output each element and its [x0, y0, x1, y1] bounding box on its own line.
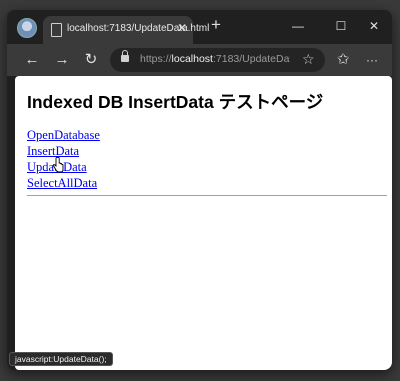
url-scheme: https:// [140, 53, 172, 65]
minimize-button[interactable]: — [289, 17, 307, 35]
url-rest: :7183/UpdateDat... [212, 53, 290, 65]
forward-button[interactable]: → [52, 50, 72, 70]
profile-avatar-icon[interactable] [17, 18, 37, 38]
open-database-link[interactable]: OpenDatabase [27, 127, 100, 143]
status-bar: javascript:UpdateData(); [9, 352, 113, 366]
hand-pointer-icon [52, 157, 64, 173]
page-icon [51, 23, 62, 37]
maximize-button[interactable]: ☐ [332, 17, 350, 35]
reload-button[interactable]: ↻ [81, 50, 101, 70]
address-bar[interactable]: https://localhost:7183/UpdateDat... ☆ [110, 48, 325, 72]
tab-close-icon[interactable]: ✕ [176, 21, 188, 35]
url-host: localhost [171, 53, 213, 65]
favorites-icon[interactable]: ✩ [333, 50, 353, 70]
page-viewport: Indexed DB InsertData テストページ OpenDatabas… [15, 76, 392, 370]
back-button[interactable]: ← [22, 50, 42, 70]
url-text[interactable]: https://localhost:7183/UpdateDat... [140, 53, 290, 65]
browser-tab[interactable]: localhost:7183/UpdateData.html ✕ [43, 16, 209, 44]
star-icon[interactable]: ☆ [302, 51, 315, 68]
close-window-button[interactable]: ✕ [365, 17, 383, 35]
horizontal-rule [27, 195, 387, 196]
select-all-data-link[interactable]: SelectAllData [27, 175, 100, 191]
more-menu-icon[interactable]: ··· [362, 50, 382, 70]
browser-window: localhost:7183/UpdateData.html ✕ + — ☐ ✕… [7, 10, 392, 370]
browser-toolbar: ← → ↻ https://localhost:7183/UpdateDat..… [7, 44, 392, 76]
title-bar: localhost:7183/UpdateData.html ✕ + — ☐ ✕ [7, 10, 392, 44]
lock-icon[interactable] [121, 50, 129, 62]
new-tab-button[interactable]: + [211, 15, 221, 35]
page-title: Indexed DB InsertData テストページ [27, 92, 324, 112]
